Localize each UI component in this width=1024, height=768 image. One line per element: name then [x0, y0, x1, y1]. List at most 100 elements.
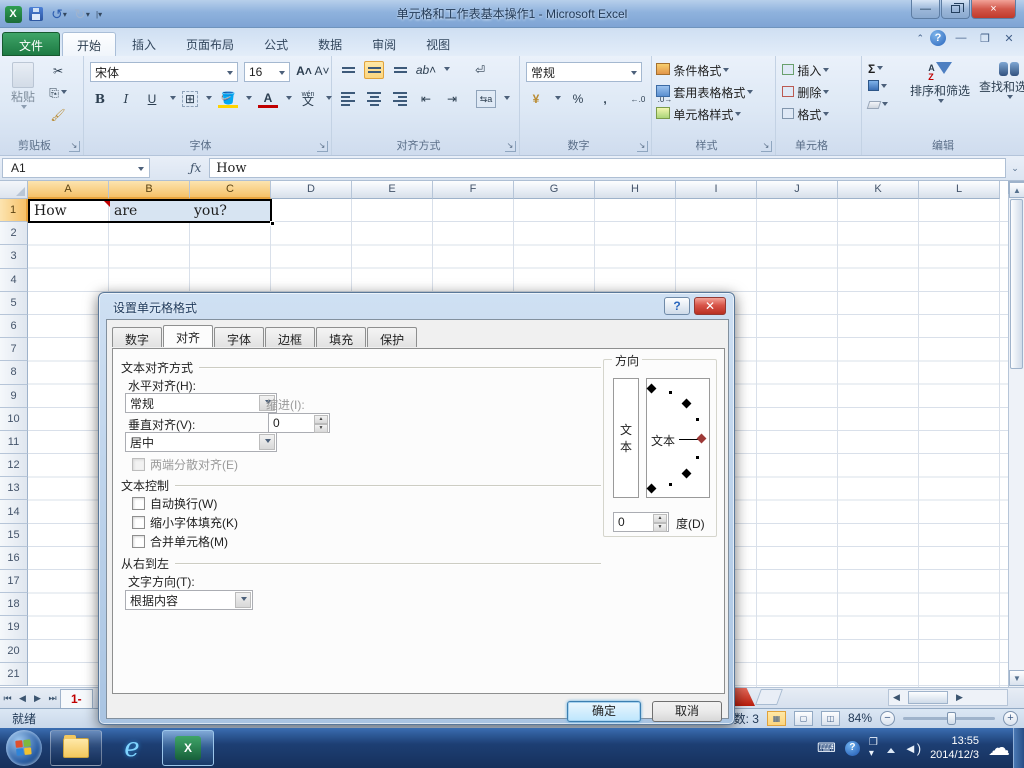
- indent-spinner[interactable]: 0 ▲ ▼: [268, 413, 330, 433]
- vertical-scroll-thumb[interactable]: [1010, 199, 1023, 369]
- cell-B1[interactable]: are: [110, 201, 190, 221]
- horizontal-align-select[interactable]: 常规: [125, 393, 277, 413]
- row-header-10[interactable]: 10: [0, 407, 28, 431]
- column-header-E[interactable]: E: [352, 181, 433, 199]
- ribbon-tab-1[interactable]: 开始: [62, 32, 117, 56]
- font-color-icon[interactable]: A: [258, 90, 278, 108]
- row-header-11[interactable]: 11: [0, 430, 28, 455]
- dial-dot[interactable]: [646, 483, 657, 494]
- clipboard-dialog-launcher[interactable]: ↘: [69, 141, 80, 152]
- dial-dot[interactable]: [669, 483, 673, 487]
- taskbar-excel-button[interactable]: X: [162, 730, 214, 766]
- ribbon-tab-4[interactable]: 公式: [250, 32, 302, 56]
- format-painter-icon[interactable]: 🖌: [48, 106, 68, 124]
- workbook-close-icon[interactable]: ✕: [1000, 32, 1018, 45]
- collapse-ribbon-icon[interactable]: ⌃: [916, 33, 924, 44]
- styles-dialog-launcher[interactable]: ↘: [761, 141, 772, 152]
- column-header-H[interactable]: H: [595, 181, 676, 199]
- minimize-button[interactable]: —: [911, 0, 940, 19]
- percent-icon[interactable]: %: [568, 90, 588, 108]
- row-header-8[interactable]: 8: [0, 361, 28, 385]
- formula-input[interactable]: How: [209, 158, 1006, 178]
- tray-clock[interactable]: 13:55 2014/12/3: [930, 734, 979, 762]
- align-bottom-icon[interactable]: [390, 61, 410, 79]
- copy-icon[interactable]: ⎘: [48, 84, 68, 102]
- start-button[interactable]: [6, 730, 42, 766]
- sheet-tab[interactable]: 1-: [60, 688, 93, 708]
- next-sheet-icon[interactable]: ▶: [30, 693, 45, 704]
- horizontal-scrollbar[interactable]: ◀ ▶: [888, 689, 1008, 706]
- row-header-19[interactable]: 19: [0, 616, 28, 640]
- row-header-2[interactable]: 2: [0, 222, 28, 246]
- close-button[interactable]: ×: [971, 0, 1016, 19]
- ribbon-tab-0[interactable]: 文件: [2, 32, 61, 56]
- align-left-icon[interactable]: [338, 90, 358, 108]
- format-as-table-button[interactable]: 套用表格格式: [656, 84, 754, 101]
- zoom-out-icon[interactable]: −: [880, 710, 895, 726]
- insert-cells-button[interactable]: 插入: [782, 62, 830, 79]
- dial-current-angle[interactable]: [696, 433, 707, 444]
- ribbon-tab-2[interactable]: 插入: [118, 32, 170, 56]
- scroll-down-icon[interactable]: ▼: [1009, 670, 1024, 686]
- scroll-left-icon[interactable]: ◀: [889, 692, 904, 703]
- row-header-12[interactable]: 12: [0, 454, 28, 478]
- orientation-icon[interactable]: ab˄: [416, 61, 436, 79]
- cancel-button[interactable]: 取消: [652, 701, 722, 722]
- phonetic-guide-icon[interactable]: wén 文: [298, 90, 318, 108]
- column-header-L[interactable]: L: [919, 181, 1000, 199]
- alignment-dialog-launcher[interactable]: ↘: [505, 141, 516, 152]
- row-header-5[interactable]: 5: [0, 291, 28, 315]
- shrink-font-icon[interactable]: A˅: [312, 62, 332, 80]
- spin-down-icon[interactable]: ▼: [314, 424, 328, 433]
- font-name-select[interactable]: 宋体: [90, 62, 238, 82]
- display-icon[interactable]: ❐ ▾: [869, 737, 878, 759]
- row-header-1[interactable]: 1: [0, 199, 28, 223]
- row-header-13[interactable]: 13: [0, 477, 28, 501]
- deg-down-icon[interactable]: ▼: [653, 523, 667, 532]
- dialog-tab-5[interactable]: 保护: [367, 327, 418, 347]
- ribbon-tab-5[interactable]: 数据: [304, 32, 356, 56]
- wrap-text-icon[interactable]: ⏎: [470, 61, 490, 79]
- scroll-up-icon[interactable]: ▲: [1009, 182, 1024, 198]
- first-sheet-icon[interactable]: ⏮: [0, 693, 15, 704]
- fill-handle[interactable]: [270, 221, 275, 226]
- align-middle-icon[interactable]: [364, 61, 384, 79]
- cell-C1[interactable]: you?: [190, 201, 270, 221]
- input-method-icon[interactable]: ⌨: [817, 740, 836, 756]
- align-right-icon[interactable]: [390, 90, 410, 108]
- fill-button[interactable]: [868, 80, 888, 94]
- help-icon[interactable]: ?: [930, 30, 946, 46]
- column-header-D[interactable]: D: [271, 181, 352, 199]
- row-header-20[interactable]: 20: [0, 639, 28, 663]
- cut-icon[interactable]: ✂: [48, 62, 68, 80]
- row-header-6[interactable]: 6: [0, 314, 28, 339]
- weather-icon[interactable]: ☁: [988, 735, 1010, 761]
- vertical-align-select[interactable]: 居中: [125, 432, 277, 452]
- text-control-checkbox-2[interactable]: 合并单元格(M): [132, 533, 228, 550]
- number-dialog-launcher[interactable]: ↘: [637, 141, 648, 152]
- column-header-J[interactable]: J: [757, 181, 838, 199]
- row-header-3[interactable]: 3: [0, 245, 28, 269]
- merge-center-icon[interactable]: ⇆a: [476, 90, 496, 108]
- normal-view-icon[interactable]: ▦: [766, 710, 786, 726]
- increase-decimal-icon[interactable]: ←.0: [628, 90, 648, 108]
- last-sheet-icon[interactable]: ⏭: [45, 693, 60, 704]
- dial-dot[interactable]: [681, 398, 692, 409]
- italic-icon[interactable]: I: [116, 90, 136, 108]
- find-select-button[interactable]: 查找和选择: [978, 62, 1024, 102]
- delete-cells-button[interactable]: 删除: [782, 84, 830, 101]
- selection-range[interactable]: How are you?: [28, 199, 272, 223]
- cell-styles-button[interactable]: 单元格样式: [656, 106, 753, 123]
- dial-dot[interactable]: [681, 468, 692, 479]
- vertical-scrollbar[interactable]: ▲ ▼: [1008, 181, 1024, 687]
- column-header-B[interactable]: B: [109, 181, 190, 199]
- zoom-level[interactable]: 84%: [848, 711, 872, 725]
- align-top-icon[interactable]: [338, 61, 358, 79]
- restore-button[interactable]: [941, 0, 970, 19]
- bold-icon[interactable]: B: [90, 90, 110, 108]
- grow-font-icon[interactable]: A˄: [294, 62, 314, 80]
- deg-up-icon[interactable]: ▲: [653, 514, 667, 523]
- number-format-select[interactable]: 常规: [526, 62, 642, 82]
- row-header-15[interactable]: 15: [0, 523, 28, 547]
- row-header-21[interactable]: 21: [0, 662, 28, 686]
